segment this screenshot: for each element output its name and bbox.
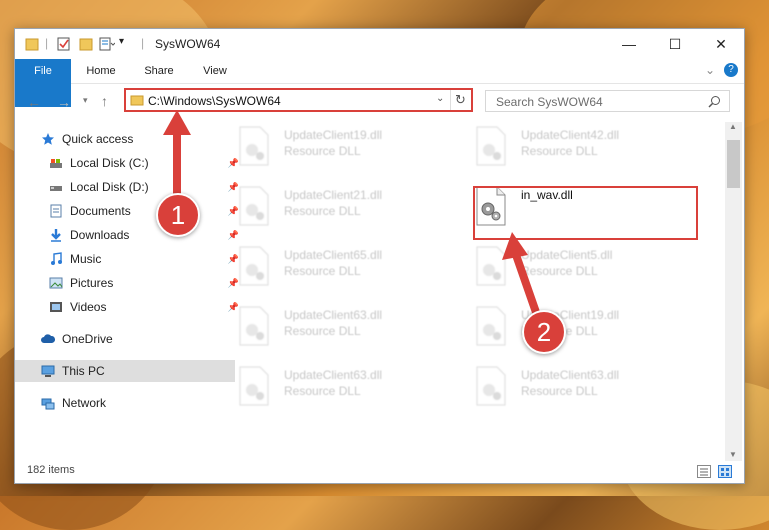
annotation-arrows: [163, 110, 542, 320]
callout-1: 1: [156, 193, 200, 237]
callout-2: 2: [522, 310, 566, 354]
